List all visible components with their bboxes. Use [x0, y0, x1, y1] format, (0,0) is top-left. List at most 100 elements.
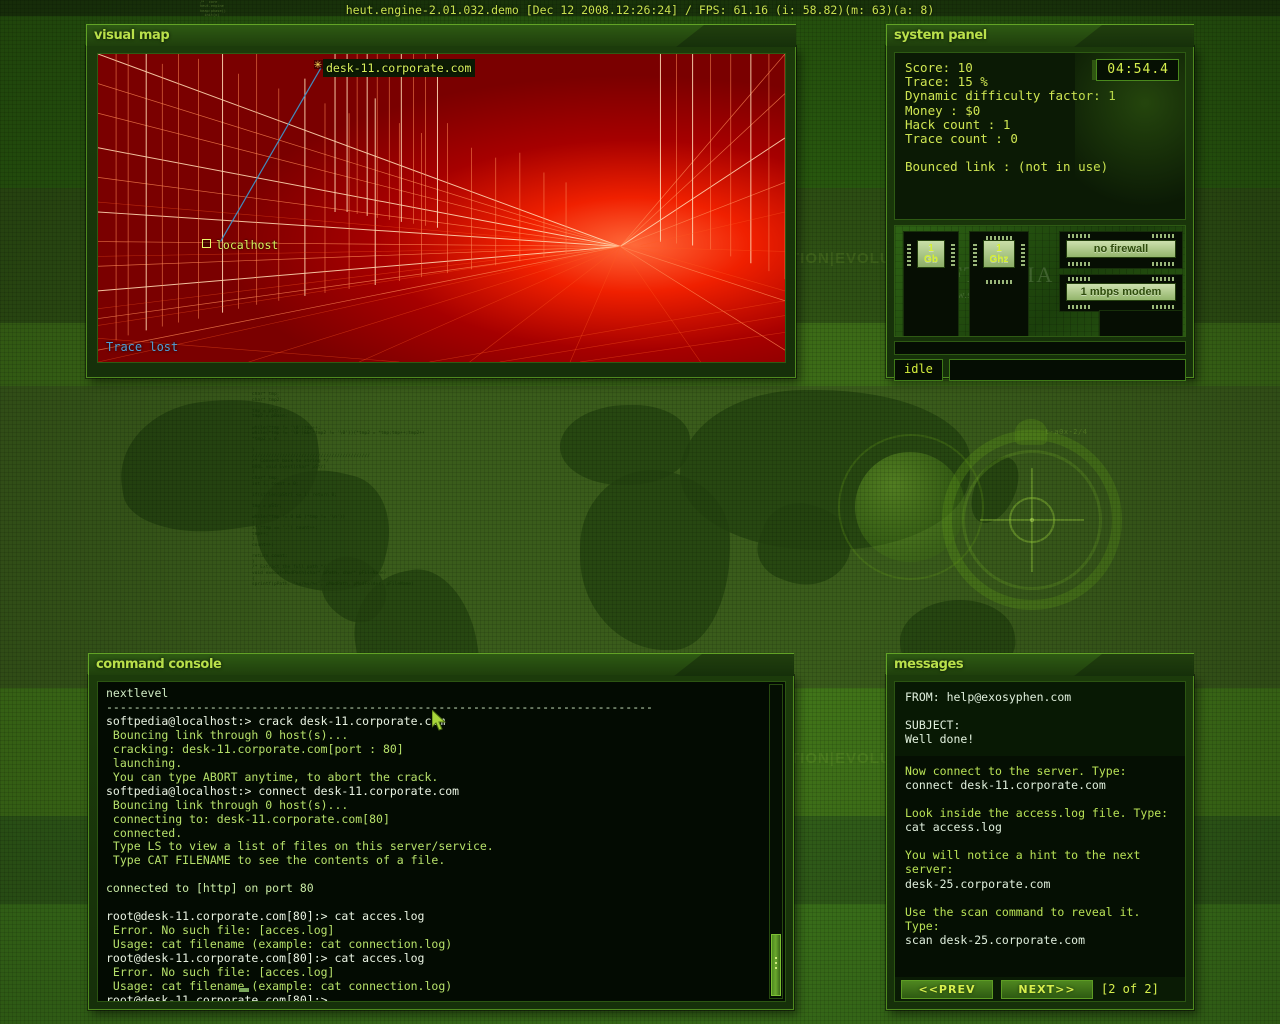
node-marker-local[interactable] — [202, 239, 211, 248]
card-pins-top-right — [1152, 277, 1174, 281]
chip-pins-left — [907, 244, 911, 266]
messages-screen: FROM: help@exosyphen.com SUBJECT: Well d… — [894, 681, 1186, 1002]
card-pins-top-left — [1068, 234, 1090, 238]
message-line: desk-25.corporate.com — [905, 876, 1051, 891]
system-activity-bar — [948, 359, 1186, 381]
message-header: FROM: help@exosyphen.com SUBJECT: Well d… — [895, 682, 1185, 756]
message-from-label: FROM: — [905, 690, 940, 704]
prev-message-button[interactable]: <<PREV — [901, 979, 993, 999]
city-wireframe-view[interactable]: ✳ desk-11.corporate.com localhost Trace … — [98, 54, 785, 362]
message-line: Look inside the access.log file. Type: — [905, 806, 1169, 821]
system-status-row: idle — [894, 359, 1186, 381]
firewall-card[interactable]: no firewall — [1059, 231, 1183, 269]
message-header-spacer — [905, 704, 1175, 718]
stat-trace-count: Trace count : 0 — [905, 131, 1018, 147]
console-line: Bouncing link through 0 host(s)... — [112, 727, 349, 742]
app-root: char* tmp; char* tmp2; tmp = pStr; tmp2 … — [0, 0, 1280, 1024]
message-line: connect desk-11.corporate.com — [905, 778, 1106, 793]
console-line: Error. No such file: [acces.log] — [112, 965, 335, 980]
command-console-title-text: command console — [96, 657, 222, 672]
chip-pins-right — [1021, 244, 1025, 266]
console-line: root@desk-11.corporate.com[80]:> cat acc… — [106, 951, 425, 966]
next-message-button[interactable]: NEXT>> — [1001, 979, 1093, 999]
console-line: Error. No such file: [acces.log] — [112, 923, 335, 938]
modem-label: 1 mbps modem — [1066, 283, 1176, 301]
stat-money: Money : $0 — [905, 102, 981, 118]
empty-hardware-slot[interactable] — [1099, 310, 1183, 336]
firewall-label: no firewall — [1066, 240, 1176, 258]
cpu-unit: Ghz — [989, 254, 1009, 265]
console-line: cracking: desk-11.corporate.com[port : 8… — [112, 741, 404, 756]
message-line: cat access.log — [905, 820, 1002, 835]
chip-pins-left — [973, 244, 977, 266]
stat-bounced-link: Bounced link : (not in use) — [905, 159, 1109, 175]
ram-chip-label: 1 Gb — [917, 240, 945, 268]
chip-pins-top — [986, 236, 1014, 240]
message-line — [905, 834, 1175, 848]
node-label-local[interactable]: localhost — [213, 236, 282, 254]
stat-hack-count: Hack count : 1 — [905, 116, 1011, 132]
console-text-cursor — [239, 988, 249, 992]
message-body: Now connect to the server. Type: connect … — [895, 756, 1185, 977]
mission-timer: 04:54.4 — [1096, 59, 1179, 82]
message-line: Use the scan command to reveal it. Type: — [905, 904, 1141, 933]
console-line: Usage: cat filename (example: cat connec… — [112, 979, 453, 994]
messages-footer: <<PREV NEXT>> [2 of 2] — [895, 977, 1185, 1001]
console-line: Type CAT FILENAME to see the contents of… — [112, 853, 446, 868]
ram-value: 1 — [928, 243, 934, 254]
stat-difficulty: Dynamic difficulty factor: 1 — [905, 88, 1116, 104]
modem-card[interactable]: 1 mbps modem — [1059, 274, 1183, 312]
title-notch — [1074, 25, 1194, 47]
console-line: root@desk-11.corporate.com[80]:> — [106, 992, 328, 1002]
console-line: Usage: cat filename (example: cat connec… — [112, 937, 453, 952]
message-from-value: help@exosyphen.com — [946, 690, 1072, 704]
console-line: launching. — [112, 755, 183, 770]
ram-unit: Gb — [924, 254, 938, 265]
card-pins-top-right — [1152, 234, 1174, 238]
system-panel-body: Score: 10 Trace: 15 % Dynamic difficulty… — [886, 46, 1194, 381]
card-pins-bottom-right — [1152, 305, 1174, 309]
message-line: server: — [905, 862, 954, 877]
ram-chip[interactable]: 1 Gb — [903, 231, 959, 336]
visual-map-screen[interactable]: ✳ desk-11.corporate.com localhost Trace … — [97, 53, 786, 363]
hardware-progress-bar — [894, 341, 1186, 355]
console-scrollbar[interactable] — [769, 684, 783, 999]
command-console-title: command console — [88, 653, 794, 676]
console-line: softpedia@localhost:> connect desk-11.co… — [106, 783, 460, 798]
console-scrollbar-thumb[interactable] — [771, 934, 781, 996]
message-from-line: FROM: help@exosyphen.com — [905, 690, 1175, 704]
node-marker-remote[interactable]: ✳ — [314, 58, 323, 71]
console-line: connected. — [112, 825, 183, 840]
system-stats-readout: Score: 10 Trace: 15 % Dynamic difficulty… — [894, 52, 1186, 220]
system-panel: system panel Score: 10 Trace: 15 % Dynam… — [886, 24, 1194, 381]
trace-status-text: Trace lost — [106, 340, 179, 354]
radar-label: t-a0x-2/4 — [1045, 428, 1088, 436]
title-notch — [1074, 654, 1194, 676]
console-line: connecting to: desk-11.corporate.com[80] — [112, 811, 390, 826]
chip-pins-right — [951, 244, 955, 266]
console-log[interactable]: softpedia@localhost:> crack desk-11.corp… — [106, 714, 777, 1002]
card-pins-bottom-right — [1152, 262, 1174, 266]
system-panel-title: system panel — [886, 24, 1194, 47]
card-pins-bottom-left — [1068, 262, 1090, 266]
node-label-remote[interactable]: desk-11.corporate.com — [323, 59, 476, 77]
system-status-tag: idle — [894, 359, 943, 381]
message-subject-value: Well done! — [905, 732, 975, 746]
title-notch — [676, 25, 796, 47]
cpu-chip[interactable]: 1 Ghz — [969, 231, 1029, 336]
title-notch — [674, 654, 794, 676]
radar-center-dot — [1030, 518, 1034, 522]
message-subject-label: SUBJECT: — [905, 718, 961, 732]
messages-panel: messages FROM: help@exosyphen.com SUBJEC… — [886, 653, 1194, 1013]
trace-connection-line — [220, 67, 322, 242]
scrollbar-grip-icon — [775, 957, 777, 971]
stat-spacer — [905, 146, 1175, 160]
visual-map-panel: visual map ✳ desk-11.corporate.com local… — [86, 24, 796, 381]
hardware-rack[interactable]: SOFTPEDIA www.softpedia.com 1 Gb — [894, 225, 1186, 337]
system-panel-title-text: system panel — [894, 28, 987, 43]
message-line: scan desk-25.corporate.com — [905, 932, 1086, 947]
console-line: Bouncing link through 0 host(s)... — [112, 797, 349, 812]
console-line: Type LS to view a list of files on this … — [112, 839, 494, 854]
engine-status-bar: heut.engine-2.01.032.demo [Dec 12 2008.1… — [345, 3, 935, 17]
card-pins-bottom-left — [1068, 305, 1090, 309]
